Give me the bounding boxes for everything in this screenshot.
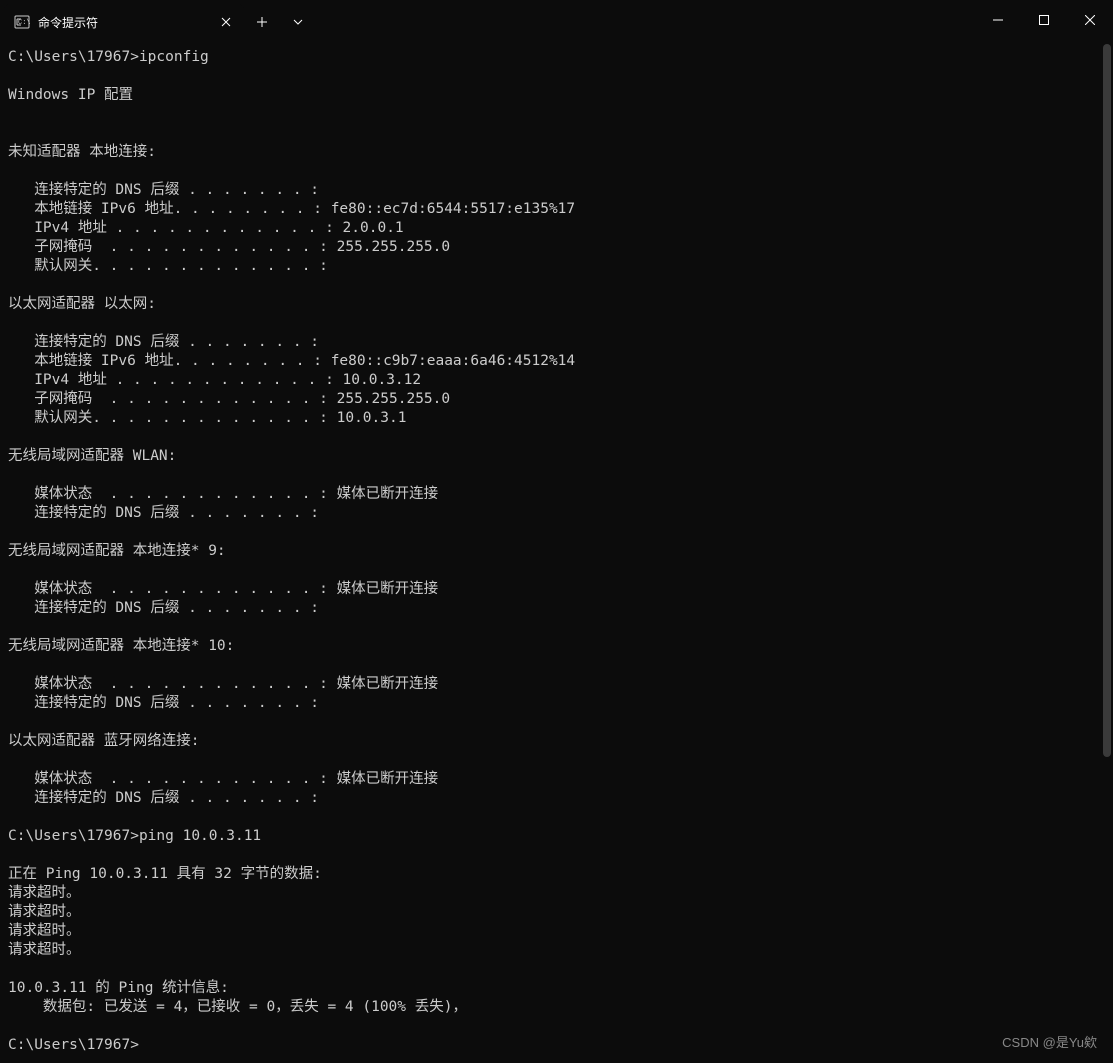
new-tab-button[interactable] (244, 4, 280, 40)
terminal-container: C:\Users\17967>ipconfig Windows IP 配置 未知… (0, 40, 1113, 1063)
tab-close-button[interactable] (218, 14, 234, 30)
minimize-button[interactable] (975, 0, 1021, 40)
terminal-output[interactable]: C:\Users\17967>ipconfig Windows IP 配置 未知… (0, 40, 1113, 1063)
titlebar-spacer (316, 0, 975, 40)
window-controls (975, 0, 1113, 40)
cmd-icon: C:\ (14, 14, 30, 30)
scrollbar[interactable] (1101, 44, 1113, 1063)
svg-text:C:\: C:\ (18, 19, 30, 27)
tab-title: 命令提示符 (38, 14, 210, 31)
scrollbar-thumb[interactable] (1103, 44, 1111, 757)
maximize-button[interactable] (1021, 0, 1067, 40)
tab-actions (244, 4, 316, 40)
titlebar: C:\ 命令提示符 (0, 0, 1113, 40)
close-button[interactable] (1067, 0, 1113, 40)
tab-cmd[interactable]: C:\ 命令提示符 (4, 4, 244, 40)
tab-dropdown-button[interactable] (280, 4, 316, 40)
watermark: CSDN @是Yu欸 (1002, 1032, 1097, 1051)
